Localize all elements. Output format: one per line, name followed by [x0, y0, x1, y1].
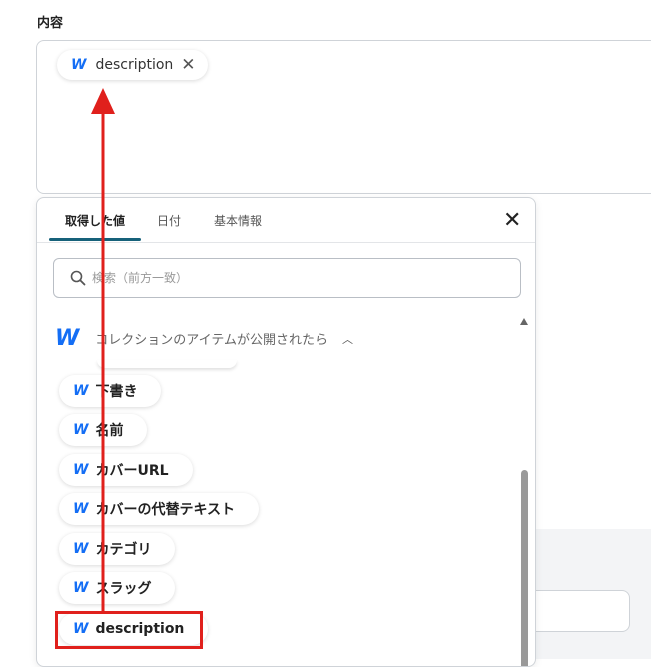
scroll-up-arrow[interactable] — [520, 318, 528, 325]
webflow-logo-icon: W — [71, 57, 86, 73]
list-item-draft[interactable]: W 下書き — [59, 375, 162, 407]
highlight-box — [55, 611, 203, 649]
trigger-group-header[interactable]: W コレクションのアイテムが公開されたら ︿ — [55, 326, 353, 351]
list-item-label: カバーURL — [95, 463, 169, 479]
webflow-logo-icon: W — [73, 580, 88, 596]
content-tag-label: description — [95, 57, 174, 73]
close-icon[interactable]: ✕ — [503, 210, 521, 232]
tab-bar: 取得した値 日付 基本情報 ✕ — [37, 198, 535, 243]
group-title: コレクションのアイテムが公開されたら — [95, 333, 328, 348]
list-item-label: 下書き — [95, 384, 138, 400]
field-label: 内容 — [37, 16, 64, 31]
webflow-logo-icon: W — [73, 422, 88, 438]
list-item-cover-alt-text[interactable]: W カバーの代替テキスト — [59, 493, 260, 525]
list-item-cover-url[interactable]: W カバーURL — [59, 454, 193, 486]
webflow-logo-icon: W — [55, 326, 79, 351]
tab-date[interactable]: 日付 — [157, 212, 181, 229]
list-item-category[interactable]: W カテゴリ — [59, 533, 176, 565]
webflow-logo-icon: W — [73, 501, 88, 517]
search-icon — [70, 270, 86, 286]
webflow-logo-icon: W — [73, 462, 88, 478]
search-field[interactable] — [53, 258, 521, 298]
list-item-label: カバーの代替テキスト — [95, 502, 236, 518]
scrollbar-thumb[interactable] — [521, 470, 528, 666]
active-tab-underline — [49, 238, 141, 241]
list-item-label: スラッグ — [95, 581, 152, 597]
close-icon[interactable]: ✕ — [181, 56, 195, 74]
value-picker-popup: 取得した値 日付 基本情報 ✕ W コレクションのアイテムが公開されたら ︿ W… — [36, 197, 536, 667]
search-input[interactable] — [90, 270, 474, 286]
list-item-name[interactable]: W 名前 — [59, 414, 148, 446]
webflow-logo-icon: W — [73, 541, 88, 557]
content-tag-chip[interactable]: W description ✕ — [57, 50, 208, 80]
clipped-list-item — [97, 360, 237, 368]
webflow-logo-icon: W — [73, 383, 88, 399]
tab-basic-info[interactable]: 基本情報 — [214, 212, 262, 229]
list-item-slug[interactable]: W スラッグ — [59, 572, 176, 604]
list-item-label: カテゴリ — [95, 542, 152, 558]
list-item-label: 名前 — [95, 423, 124, 439]
chevron-up-icon[interactable]: ︿ — [342, 331, 353, 347]
tab-acquired-values[interactable]: 取得した値 — [65, 212, 125, 229]
